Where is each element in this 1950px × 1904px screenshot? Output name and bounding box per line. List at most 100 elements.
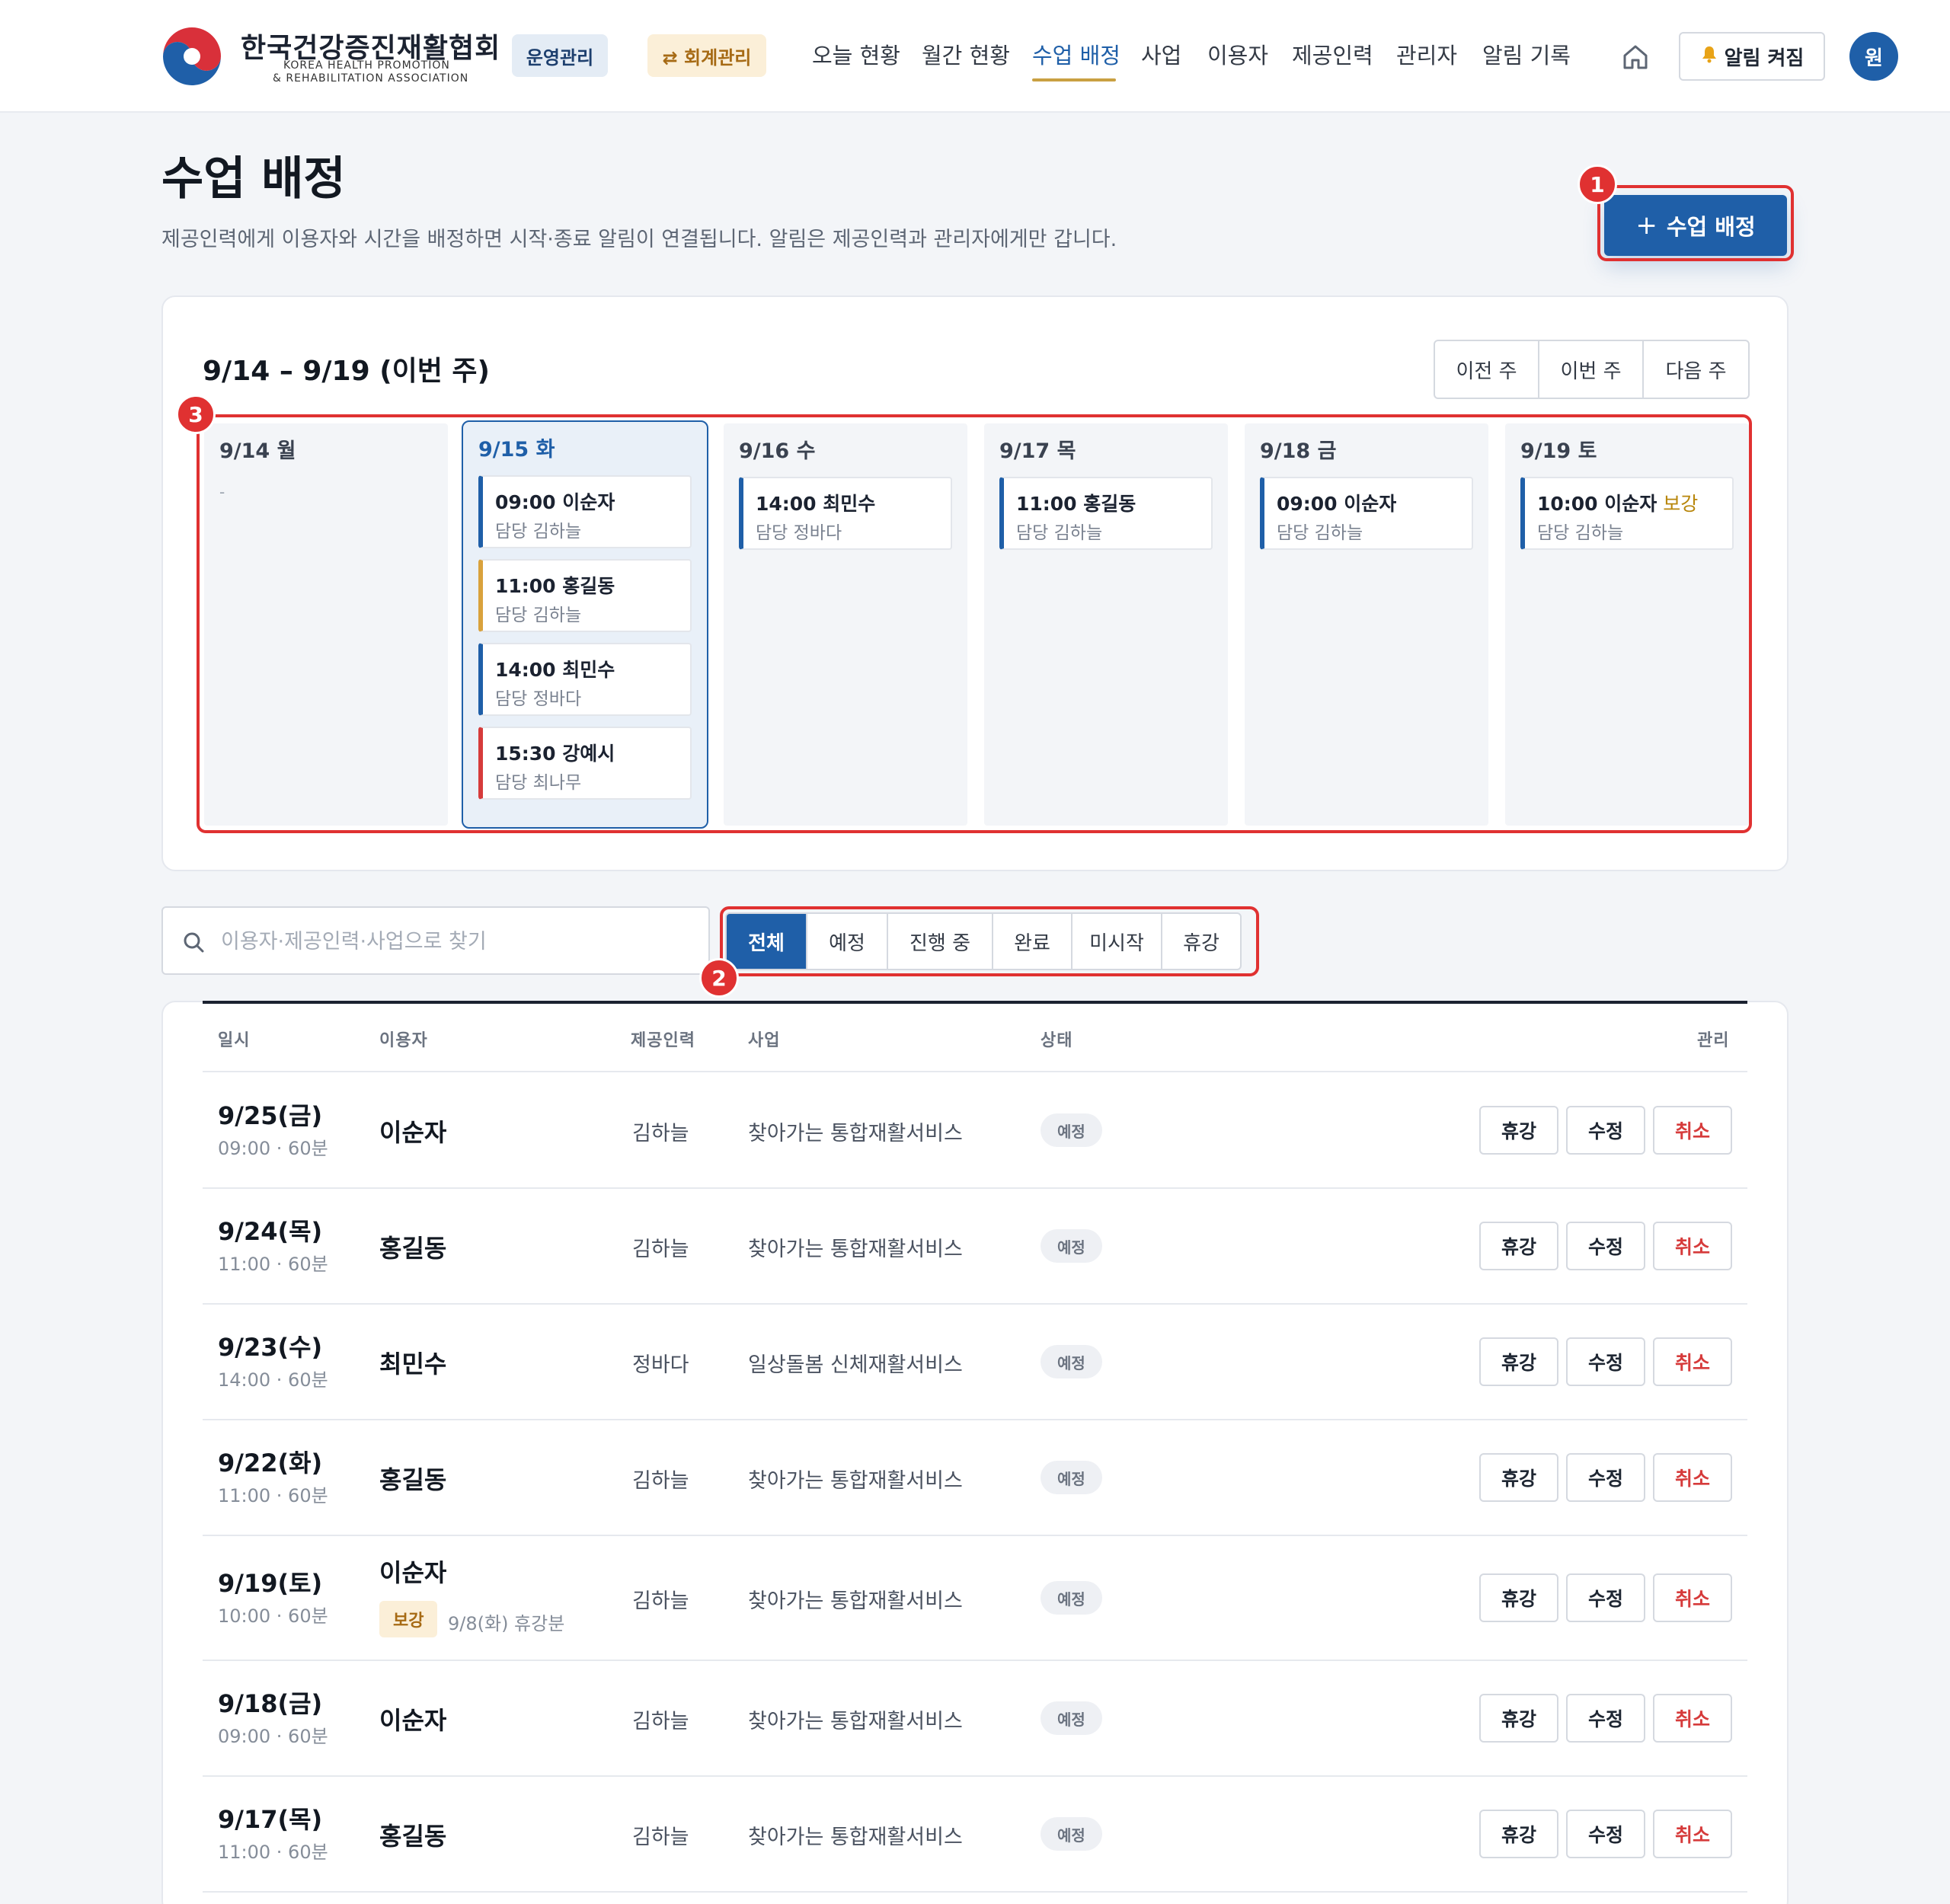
row-program: 찾아가는 통합재활서비스 xyxy=(748,1589,963,1613)
calendar-event-card[interactable]: 11:00 홍길동 담당 김하늘 xyxy=(999,477,1213,550)
row-time: 11:00 · 60분 xyxy=(218,1485,328,1506)
delete-button[interactable]: 취소 xyxy=(1653,1453,1732,1502)
calendar-event-card[interactable]: 11:00 홍길동 담당 김하늘 xyxy=(478,559,692,632)
status-badge: 예정 xyxy=(1041,1461,1102,1494)
column-header-user: 이용자 xyxy=(379,1031,428,1050)
notification-toggle-button[interactable]: 알림 켜짐 xyxy=(1679,32,1825,81)
makeup-class-note: 9/8(화) 휴강분 xyxy=(448,1613,565,1634)
nav-monthly-status[interactable]: 월간 현황 xyxy=(922,38,1010,70)
search-box xyxy=(161,906,710,975)
event-time-user: 11:00 홍길동 xyxy=(495,575,615,597)
tab-cancelled-class[interactable]: 휴강 xyxy=(1162,914,1240,969)
tab-scheduled[interactable]: 예정 xyxy=(807,914,888,969)
day-label: 9/15 화 xyxy=(478,438,555,462)
delete-button[interactable]: 취소 xyxy=(1653,1810,1732,1858)
home-icon[interactable] xyxy=(1621,43,1650,72)
day-column[interactable]: 9/18 금 09:00 이순자 담당 김하늘 xyxy=(1245,423,1488,826)
delete-button[interactable]: 취소 xyxy=(1653,1337,1732,1386)
delete-button[interactable]: 취소 xyxy=(1653,1573,1732,1622)
edit-button[interactable]: 수정 xyxy=(1566,1573,1645,1622)
calendar-event-card[interactable]: 15:30 강예시 담당 최나무 xyxy=(478,727,692,800)
nav-today-status[interactable]: 오늘 현황 xyxy=(812,38,900,70)
calendar-event-card[interactable]: 10:00 이순자 보강담당 김하늘 xyxy=(1520,477,1734,550)
row-time: 11:00 · 60분 xyxy=(218,1254,328,1275)
row-date: 9/17(목) xyxy=(218,1805,323,1834)
tab-not-started[interactable]: 미시작 xyxy=(1072,914,1162,969)
edit-button[interactable]: 수정 xyxy=(1566,1337,1645,1386)
tab-in-progress[interactable]: 진행 중 xyxy=(888,914,993,969)
user-avatar[interactable]: 원 xyxy=(1849,32,1898,81)
tab-all[interactable]: 전체 xyxy=(727,914,807,969)
this-week-button[interactable]: 이번 주 xyxy=(1539,341,1644,398)
nav-providers[interactable]: 제공인력 xyxy=(1292,38,1373,70)
event-title: 14:00 최민수 xyxy=(495,655,615,682)
day-label: 9/16 수 xyxy=(739,439,816,463)
table-row-divider xyxy=(203,1775,1747,1777)
calendar-event-card[interactable]: 14:00 최민수 담당 정바다 xyxy=(478,643,692,716)
edit-button[interactable]: 수정 xyxy=(1566,1222,1645,1270)
calendar-event-card[interactable]: 14:00 최민수 담당 정바다 xyxy=(739,477,952,550)
delete-button[interactable]: 취소 xyxy=(1653,1106,1732,1155)
plus-icon: + xyxy=(1635,210,1658,241)
nav-users[interactable]: 이용자 xyxy=(1207,38,1268,70)
status-badge: 예정 xyxy=(1041,1701,1102,1735)
previous-week-button[interactable]: 이전 주 xyxy=(1435,341,1539,398)
ops-management-chip[interactable]: 운영관리 xyxy=(512,34,608,77)
day-label: 9/17 목 xyxy=(999,439,1076,463)
day-column[interactable]: 9/19 토 10:00 이순자 보강 담당 김하늘 xyxy=(1505,423,1749,826)
event-provider: 담당 김하늘 xyxy=(1537,523,1624,543)
status-badge: 예정 xyxy=(1041,1229,1102,1263)
edit-button[interactable]: 수정 xyxy=(1566,1810,1645,1858)
add-class-assignment-button[interactable]: + 수업 배정 xyxy=(1604,195,1787,256)
event-provider: 담당 김하늘 xyxy=(495,522,582,541)
row-time: 09:00 · 60분 xyxy=(218,1138,328,1159)
event-title: 10:00 이순자 보강 xyxy=(1537,489,1698,516)
column-header-datetime: 일시 xyxy=(218,1031,251,1050)
nav-notification-log[interactable]: 알림 기록 xyxy=(1482,38,1571,70)
column-header-provider: 제공인력 xyxy=(631,1031,695,1050)
row-program: 찾아가는 통합재활서비스 xyxy=(748,1122,963,1145)
event-time-user: 14:00 최민수 xyxy=(495,659,615,681)
cancel-class-button[interactable]: 휴강 xyxy=(1479,1106,1558,1155)
row-time: 14:00 · 60분 xyxy=(218,1369,328,1391)
event-provider: 담당 김하늘 xyxy=(1016,523,1103,543)
nav-programs[interactable]: 사업 xyxy=(1141,38,1181,70)
day-column[interactable]: 9/14 월 - xyxy=(204,423,448,826)
event-provider: 담당 김하늘 xyxy=(1277,523,1363,543)
row-program: 일상돌봄 신체재활서비스 xyxy=(748,1353,963,1377)
edit-button[interactable]: 수정 xyxy=(1566,1106,1645,1155)
page-title: 수업 배정 xyxy=(161,152,346,206)
tab-completed[interactable]: 완료 xyxy=(993,914,1072,969)
day-column[interactable]: 9/16 수 14:00 최민수 담당 정바다 xyxy=(724,423,967,826)
logo-emblem[interactable] xyxy=(160,24,224,88)
accounting-management-chip[interactable]: ⇄ 회계관리 xyxy=(647,34,766,77)
row-provider: 김하늘 xyxy=(632,1710,689,1733)
cancel-class-button[interactable]: 휴강 xyxy=(1479,1222,1558,1270)
table-row-divider xyxy=(203,1187,1747,1189)
day-label: 9/14 월 xyxy=(219,439,296,463)
delete-button[interactable]: 취소 xyxy=(1653,1222,1732,1270)
event-title: 09:00 이순자 xyxy=(495,487,615,515)
next-week-button[interactable]: 다음 주 xyxy=(1644,341,1748,398)
cancel-class-button[interactable]: 휴강 xyxy=(1479,1337,1558,1386)
event-time-user: 15:30 강예시 xyxy=(495,743,615,765)
table-row-divider xyxy=(203,1071,1747,1072)
nav-admins[interactable]: 관리자 xyxy=(1396,38,1457,70)
cancel-class-button[interactable]: 휴강 xyxy=(1479,1810,1558,1858)
nav-class-assignment[interactable]: 수업 배정 xyxy=(1032,38,1120,70)
calendar-event-card[interactable]: 09:00 이순자 담당 김하늘 xyxy=(1260,477,1473,550)
day-column[interactable]: 9/17 목 11:00 홍길동 담당 김하늘 xyxy=(984,423,1228,826)
cancel-class-button[interactable]: 휴강 xyxy=(1479,1453,1558,1502)
row-user: 최민수 xyxy=(379,1350,447,1378)
row-date: 9/24(목) xyxy=(218,1217,323,1246)
event-time-user: 09:00 이순자 xyxy=(495,491,615,513)
cancel-class-button[interactable]: 휴강 xyxy=(1479,1694,1558,1743)
edit-button[interactable]: 수정 xyxy=(1566,1694,1645,1743)
day-column[interactable]: 9/15 화 09:00 이순자 담당 김하늘 11:00 홍길동 담당 김하늘 14:0… xyxy=(462,420,708,829)
cancel-class-button[interactable]: 휴강 xyxy=(1479,1573,1558,1622)
calendar-event-card[interactable]: 09:00 이순자담당 김하늘 xyxy=(478,475,692,548)
delete-button[interactable]: 취소 xyxy=(1653,1694,1732,1743)
edit-button[interactable]: 수정 xyxy=(1566,1453,1645,1502)
empty-day-marker: - xyxy=(219,483,225,501)
search-input[interactable] xyxy=(221,922,693,961)
